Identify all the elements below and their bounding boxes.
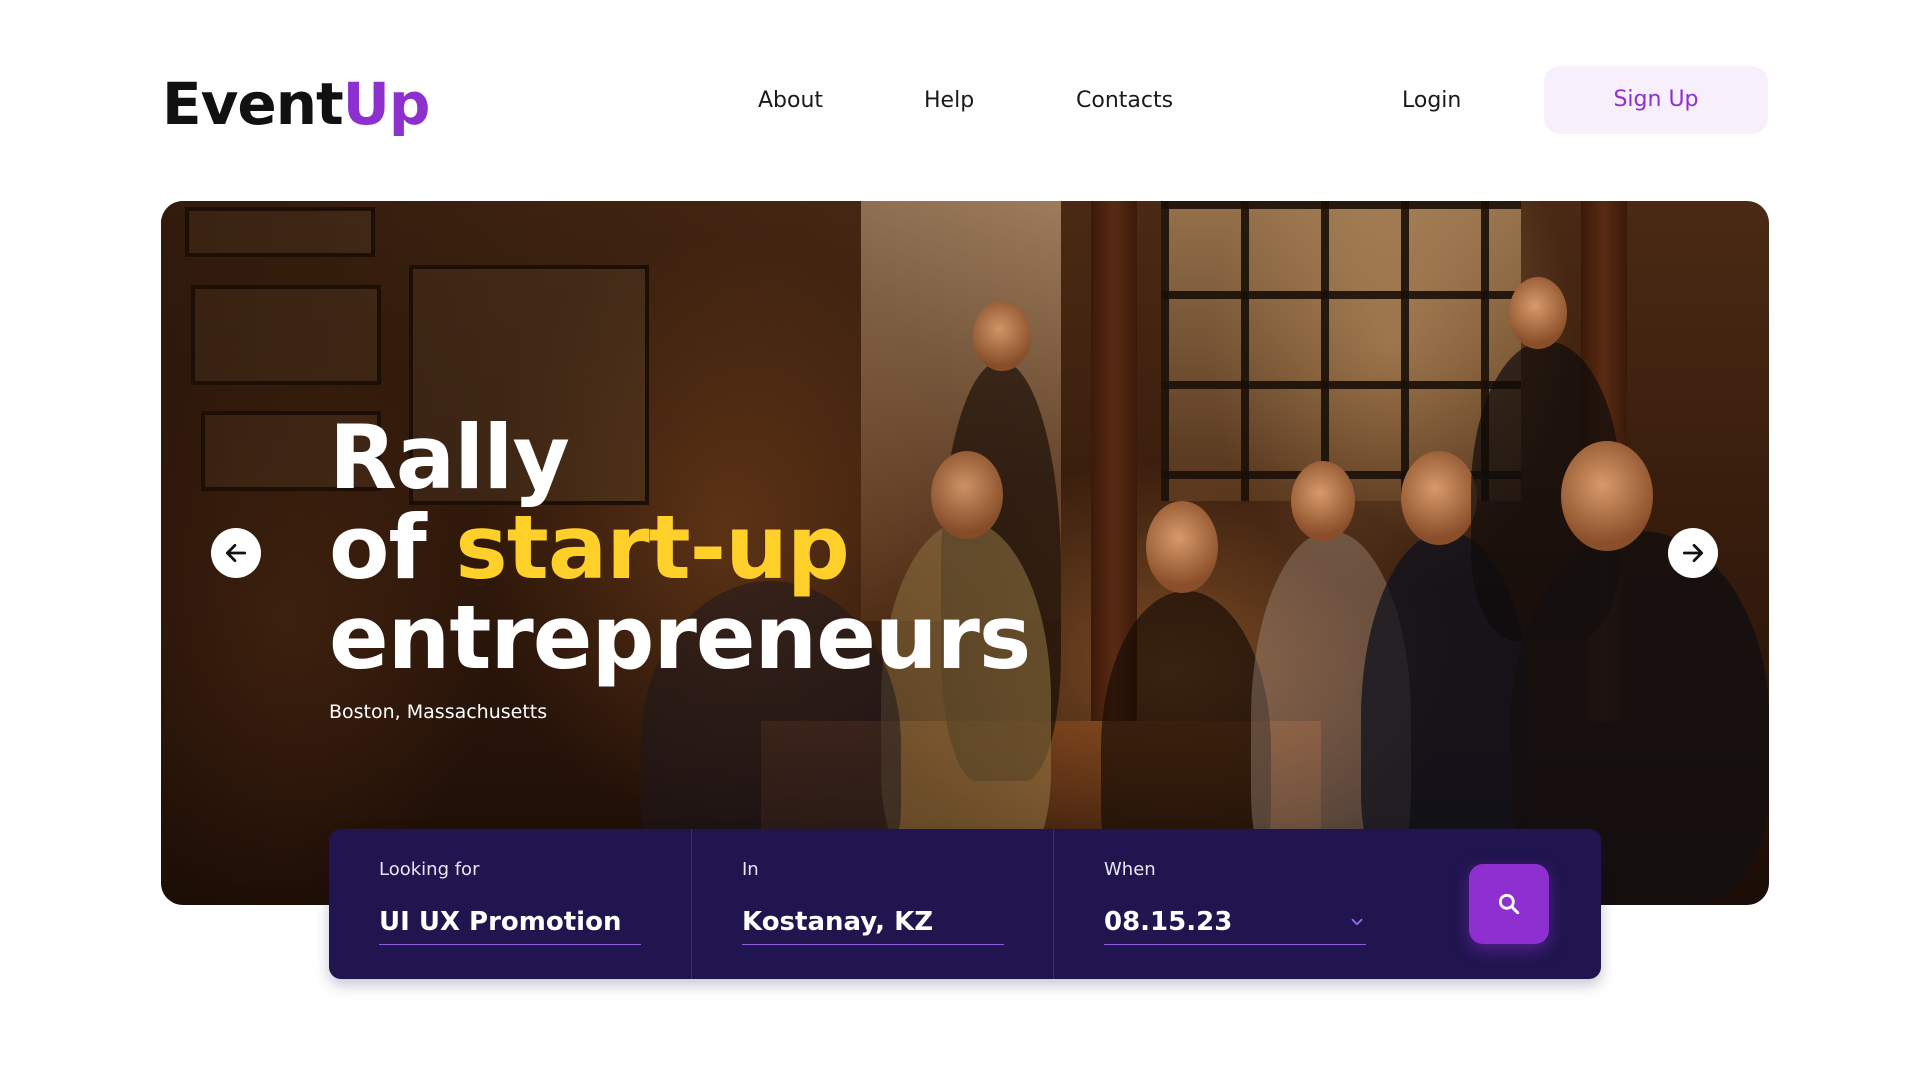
- arrow-right-icon: [1682, 544, 1704, 562]
- hero-title-line-3: entrepreneurs: [329, 586, 1031, 689]
- nav-about-link[interactable]: About: [758, 86, 823, 116]
- date-select[interactable]: 08.15.23: [1104, 899, 1366, 945]
- event-search-bar: Looking for UI UX Promotion In Kostanay,…: [329, 829, 1601, 979]
- date-field: When 08.15.23: [1053, 829, 1453, 979]
- date-value: 08.15.23: [1104, 907, 1233, 937]
- logo-accent: Up: [342, 70, 431, 138]
- date-label: When: [1104, 859, 1156, 880]
- hero-title-highlight: start-up: [455, 496, 849, 599]
- logo[interactable]: EventUp: [162, 68, 431, 140]
- person-head: [1509, 277, 1567, 349]
- chevron-down-icon: [1351, 918, 1363, 926]
- search-button[interactable]: [1469, 864, 1549, 944]
- person-head: [1291, 461, 1355, 541]
- person-head: [1401, 451, 1477, 545]
- arrow-left-icon: [225, 544, 247, 562]
- carousel-next-button[interactable]: [1668, 528, 1718, 578]
- hero-title: Rally of start-up entrepreneurs: [329, 406, 1031, 689]
- carousel-prev-button[interactable]: [211, 528, 261, 578]
- nav-help-link[interactable]: Help: [924, 86, 974, 116]
- location-input[interactable]: Kostanay, KZ: [742, 899, 1004, 945]
- looking-for-label: Looking for: [379, 859, 480, 880]
- looking-for-input[interactable]: UI UX Promotion: [379, 899, 641, 945]
- hero-title-prefix: of: [329, 496, 456, 599]
- nav-contacts-link[interactable]: Contacts: [1076, 86, 1173, 116]
- person-head: [1561, 441, 1653, 551]
- hero-title-line-1: Rally: [329, 406, 570, 509]
- logo-main: Event: [162, 70, 344, 138]
- looking-for-field: Looking for UI UX Promotion: [329, 829, 691, 979]
- hero-banner: Rally of start-up entrepreneurs Boston, …: [161, 201, 1769, 905]
- location-field: In Kostanay, KZ: [691, 829, 1053, 979]
- background-window: [1161, 201, 1521, 501]
- signup-button[interactable]: Sign Up: [1544, 66, 1768, 134]
- hero-location: Boston, Massachusetts: [329, 701, 548, 723]
- location-label: In: [742, 859, 759, 880]
- person-head: [1146, 501, 1218, 593]
- hero-title-line-2: of start-up: [329, 503, 1030, 593]
- search-icon: [1498, 893, 1520, 915]
- site-header: EventUp About Help Contacts Login Sign U…: [0, 0, 1920, 200]
- login-link[interactable]: Login: [1402, 86, 1461, 116]
